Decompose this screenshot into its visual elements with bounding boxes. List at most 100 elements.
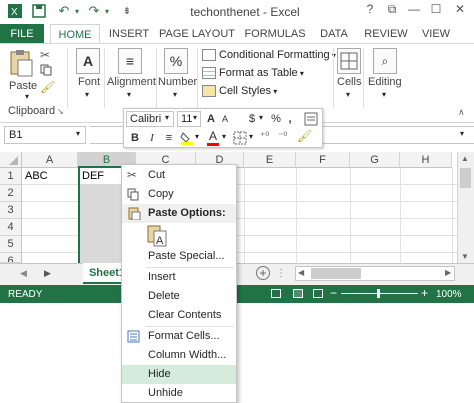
menu-item-delete[interactable]: Delete bbox=[122, 287, 236, 306]
cells-icon[interactable] bbox=[337, 48, 361, 74]
editing-icon[interactable]: ⌕ bbox=[373, 48, 397, 74]
zoom-level[interactable]: 100% bbox=[436, 289, 462, 300]
font-color-button[interactable]: A bbox=[206, 130, 220, 146]
comma-style-button[interactable]: , bbox=[284, 111, 296, 127]
redo-icon[interactable]: ↷ bbox=[85, 3, 103, 19]
page-break-view-icon[interactable] bbox=[313, 289, 323, 298]
menu-item-format-cells[interactable]: Format Cells... bbox=[122, 327, 236, 346]
italic-button[interactable]: I bbox=[145, 130, 159, 146]
paste-dropdown-icon[interactable]: ▾ bbox=[25, 92, 29, 101]
decrease-decimal-icon[interactable]: ⁻⁰ bbox=[278, 131, 287, 142]
ribbon-display-button[interactable]: ⧉ bbox=[382, 2, 402, 20]
scroll-left-icon[interactable]: ◀ bbox=[298, 268, 304, 277]
minimize-button[interactable]: — bbox=[404, 2, 424, 20]
row-header-3[interactable]: 3 bbox=[0, 202, 22, 219]
increase-decimal-icon[interactable]: ⁺⁰ bbox=[260, 131, 269, 142]
font-dropdown-icon[interactable]: ▾ bbox=[85, 90, 89, 99]
menu-item-hide[interactable]: Hide bbox=[122, 365, 236, 384]
tab-home[interactable]: HOME bbox=[50, 24, 100, 44]
page-layout-view-icon[interactable] bbox=[293, 289, 303, 298]
row-header-5[interactable]: 5 bbox=[0, 236, 22, 253]
zoom-slider-thumb[interactable] bbox=[377, 289, 380, 298]
sheet-nav-left-icon[interactable]: ◀ bbox=[20, 268, 27, 279]
paste-button[interactable]: Paste bbox=[9, 80, 37, 92]
alignment-dropdown-icon[interactable]: ▾ bbox=[127, 90, 131, 99]
undo-dropdown-icon[interactable]: ▾ bbox=[72, 3, 82, 19]
clipboard-launcher-icon[interactable]: ↘ bbox=[57, 107, 64, 116]
align-button[interactable]: ≡ bbox=[162, 130, 176, 146]
menu-item-copy[interactable]: Copy bbox=[122, 185, 236, 204]
tab-split-icon[interactable]: ⋮ bbox=[276, 268, 286, 279]
font-size-dropdown-icon[interactable]: ▾ bbox=[193, 113, 197, 122]
expand-formula-bar-icon[interactable]: ▾ bbox=[460, 129, 464, 138]
fill-color-icon[interactable] bbox=[180, 131, 194, 145]
bold-button[interactable]: B bbox=[128, 130, 142, 146]
scroll-right-icon[interactable]: ▶ bbox=[445, 268, 451, 277]
cell-a1[interactable]: ABC bbox=[25, 170, 48, 182]
increase-font-button[interactable]: A bbox=[205, 111, 217, 127]
borders-dropdown-icon[interactable]: ▾ bbox=[249, 132, 253, 141]
zoom-out-button[interactable]: − bbox=[330, 286, 337, 300]
editing-dropdown-icon[interactable]: ▾ bbox=[382, 90, 386, 99]
vertical-scroll-thumb[interactable] bbox=[460, 168, 471, 188]
collapse-ribbon-icon[interactable]: ∧ bbox=[458, 107, 465, 118]
sheet-nav-right-icon[interactable]: ▶ bbox=[44, 268, 51, 279]
customize-qat-icon[interactable]: ⇟ bbox=[118, 3, 136, 19]
menu-item-cut[interactable]: ✂ Cut bbox=[122, 166, 236, 185]
cell-b1[interactable]: DEF bbox=[82, 170, 104, 182]
paste-icon[interactable] bbox=[8, 48, 34, 78]
row-header-1[interactable]: 1 bbox=[0, 168, 22, 185]
name-box-dropdown-icon[interactable]: ▾ bbox=[76, 129, 80, 138]
column-header-a[interactable]: A bbox=[22, 152, 78, 168]
undo-icon[interactable]: ↶ bbox=[55, 3, 73, 19]
select-all-corner[interactable] bbox=[0, 152, 22, 168]
row-header-2[interactable]: 2 bbox=[0, 185, 22, 202]
font-icon[interactable]: A bbox=[76, 48, 100, 74]
cut-icon[interactable]: ✂ bbox=[40, 48, 50, 62]
format-painter-mini-icon[interactable]: 🖌 bbox=[297, 129, 312, 143]
tab-file[interactable]: FILE bbox=[0, 24, 44, 44]
tab-data[interactable]: DATA bbox=[314, 24, 354, 44]
font-group-button[interactable]: Font bbox=[78, 76, 100, 88]
row-header-4[interactable]: 4 bbox=[0, 219, 22, 236]
maximize-button[interactable]: ☐ bbox=[426, 2, 446, 20]
scroll-up-icon[interactable]: ▲ bbox=[461, 154, 469, 163]
scroll-down-icon[interactable]: ▼ bbox=[461, 252, 469, 261]
number-group-button[interactable]: Number bbox=[158, 76, 197, 88]
menu-item-paste-special[interactable]: Paste Special... bbox=[122, 247, 236, 266]
redo-dropdown-icon[interactable]: ▾ bbox=[102, 3, 112, 19]
font-name-dropdown-icon[interactable]: ▾ bbox=[165, 113, 169, 122]
zoom-in-button[interactable]: + bbox=[421, 286, 428, 300]
paste-option-button-icon[interactable]: A bbox=[146, 225, 168, 247]
column-header-h[interactable]: H bbox=[400, 152, 452, 168]
tab-review[interactable]: REVIEW bbox=[362, 24, 410, 44]
save-icon[interactable] bbox=[30, 3, 48, 19]
conditional-formatting-button[interactable]: Conditional Formatting ▾ bbox=[202, 49, 336, 62]
format-cells-mini-icon[interactable] bbox=[304, 111, 318, 127]
menu-item-unhide[interactable]: Unhide bbox=[122, 384, 236, 403]
tab-page-layout[interactable]: PAGE LAYOUT bbox=[158, 24, 236, 44]
add-sheet-button[interactable]: + bbox=[256, 266, 270, 280]
menu-item-insert[interactable]: Insert bbox=[122, 268, 236, 287]
normal-view-icon[interactable] bbox=[271, 289, 281, 298]
tab-view[interactable]: VIEW bbox=[418, 24, 454, 44]
menu-item-clear-contents[interactable]: Clear Contents bbox=[122, 306, 236, 325]
menu-item-column-width[interactable]: Column Width... bbox=[122, 346, 236, 365]
font-size-field[interactable]: 11 bbox=[177, 111, 201, 127]
fill-color-dropdown-icon[interactable]: ▾ bbox=[195, 132, 199, 141]
close-button[interactable]: ✕ bbox=[450, 2, 470, 20]
number-dropdown-icon[interactable]: ▾ bbox=[173, 90, 177, 99]
name-box[interactable]: B1 bbox=[4, 126, 86, 144]
column-header-f[interactable]: F bbox=[296, 152, 350, 168]
column-header-g[interactable]: G bbox=[350, 152, 400, 168]
percent-icon[interactable]: % bbox=[164, 48, 188, 74]
font-color-dropdown-icon[interactable]: ▾ bbox=[222, 132, 226, 141]
tab-insert[interactable]: INSERT bbox=[106, 24, 152, 44]
cells-dropdown-icon[interactable]: ▾ bbox=[346, 90, 350, 99]
format-painter-icon[interactable]: 🖌 bbox=[40, 80, 55, 94]
column-header-e[interactable]: E bbox=[244, 152, 296, 168]
currency-button[interactable]: $ bbox=[246, 111, 258, 127]
alignment-group-button[interactable]: Alignment bbox=[107, 76, 156, 88]
alignment-icon[interactable]: ≡ bbox=[118, 48, 142, 74]
borders-icon[interactable] bbox=[233, 131, 247, 145]
